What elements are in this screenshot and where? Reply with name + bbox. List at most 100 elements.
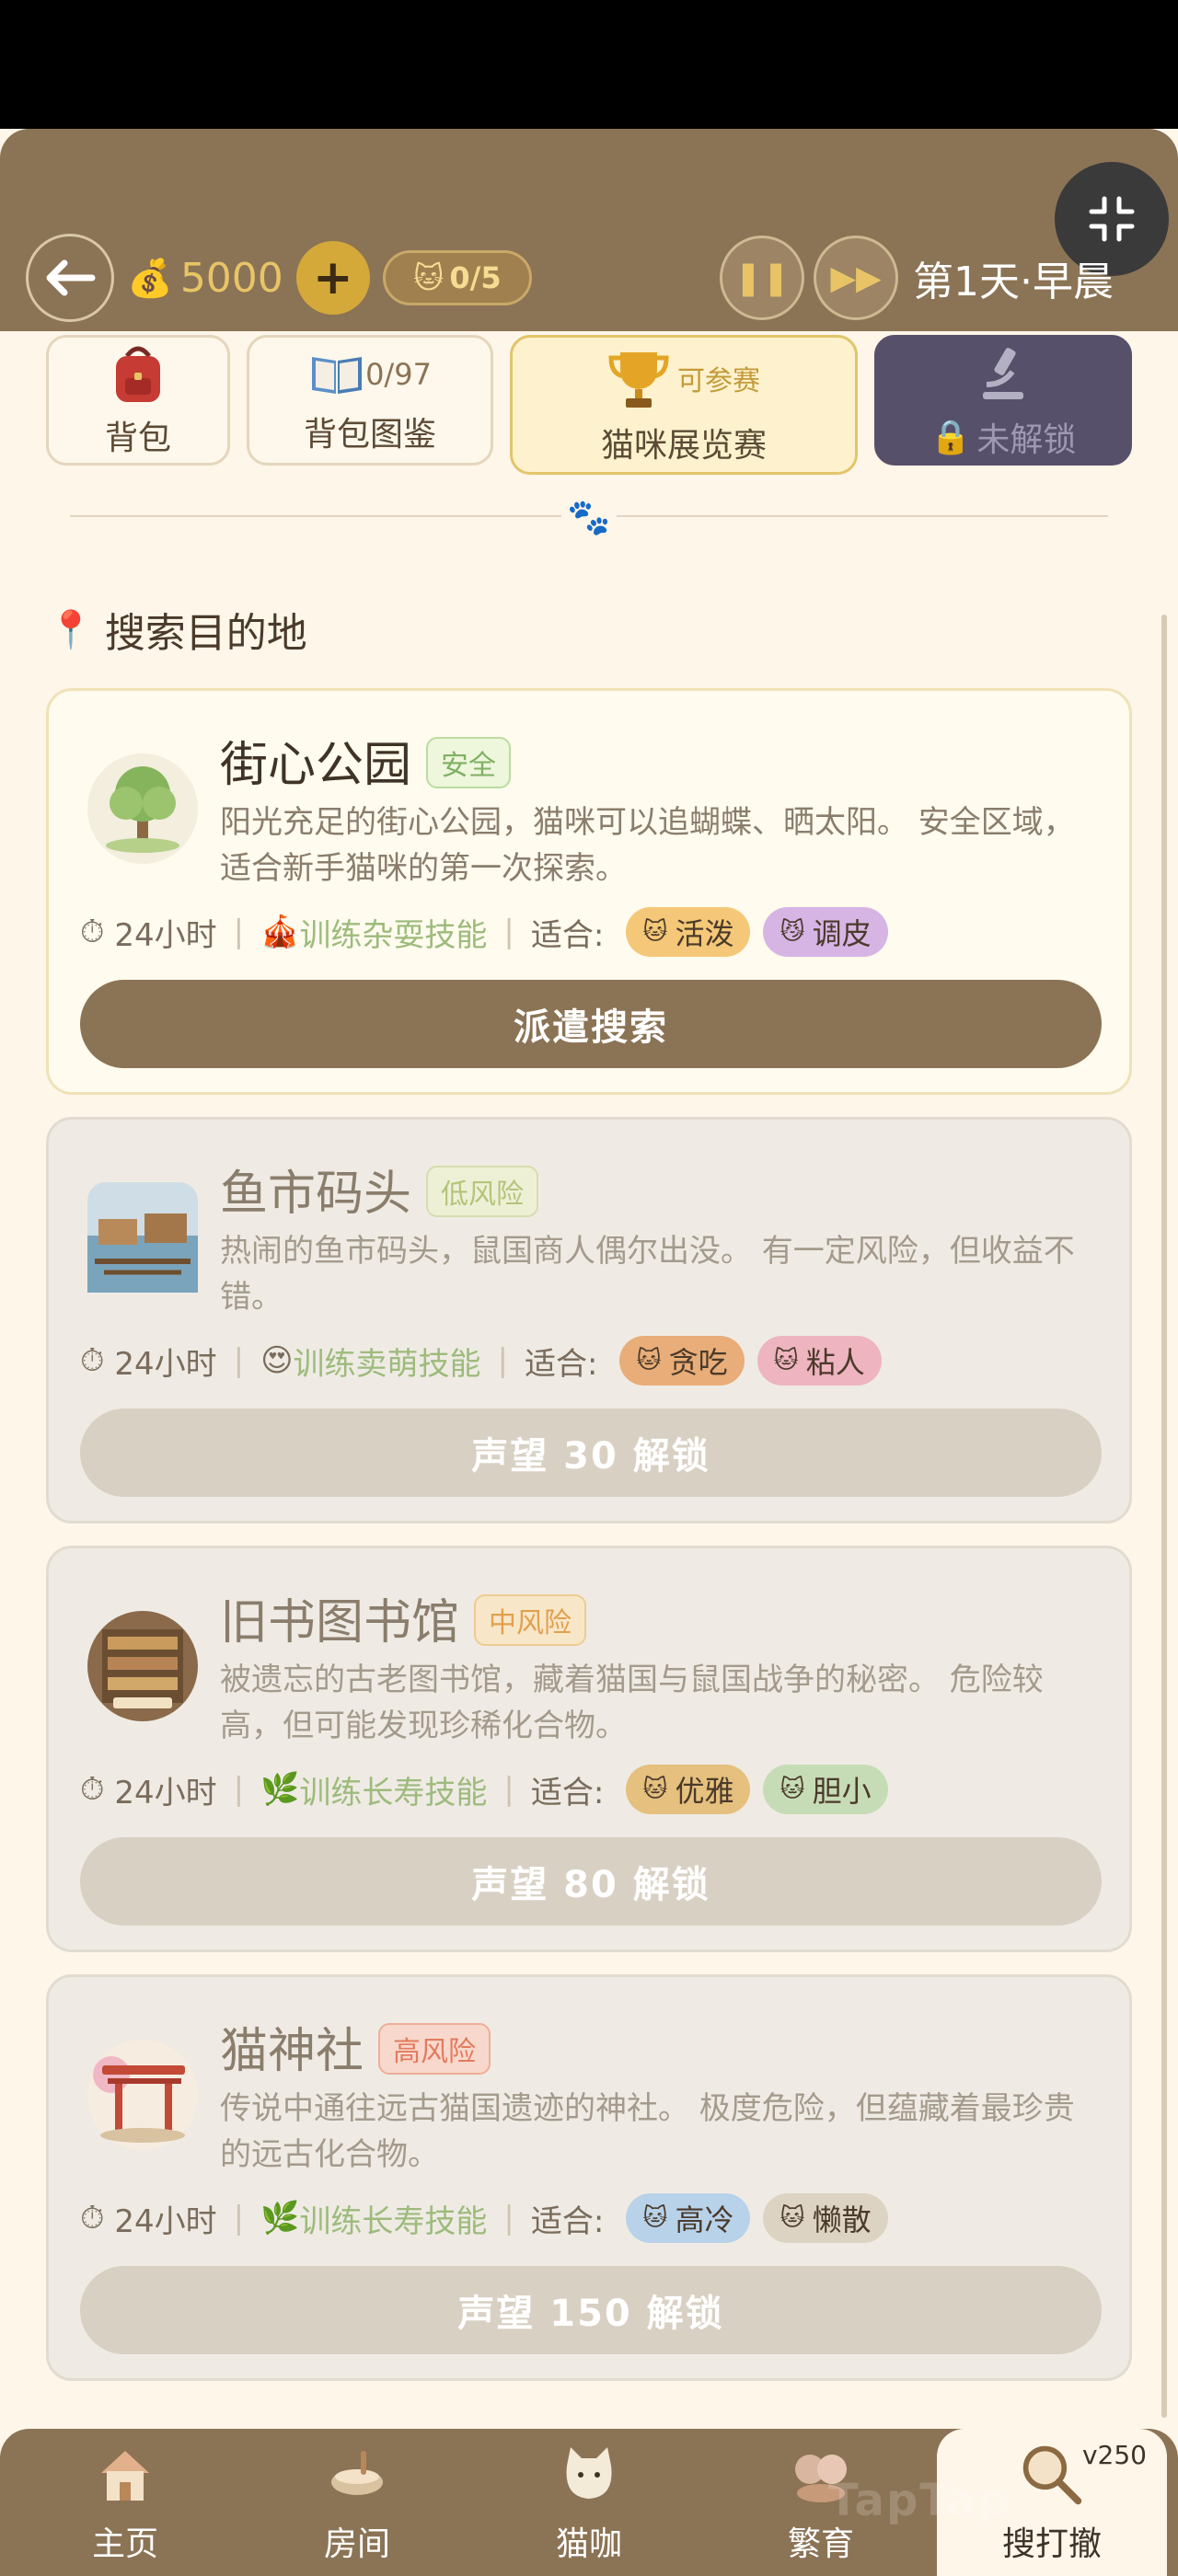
lock-icon: 🔒 bbox=[930, 419, 972, 456]
money-bag-icon: 💰 bbox=[127, 257, 173, 300]
microscope-icon bbox=[983, 348, 1023, 399]
coin-amount: 5000 bbox=[179, 254, 283, 302]
cat-capacity-badge: 🐱 0/5 bbox=[382, 250, 532, 305]
nav-home-label: 主页 bbox=[91, 2525, 158, 2563]
destination-card-park: 街心公园 安全 阳光充足的街心公园，猫咪可以追蝴蝶、晒太阳。 安全区域，适合新手猫… bbox=[46, 688, 1132, 1095]
nav-cafe-label: 猫咖 bbox=[555, 2525, 622, 2563]
scrollbar[interactable] bbox=[1161, 615, 1167, 2418]
fast-forward-button[interactable]: ▶▶ bbox=[814, 236, 899, 320]
cat-capacity-value: 0/5 bbox=[449, 260, 502, 295]
destination-name: 街心公园 安全 bbox=[220, 726, 512, 795]
unlock-button[interactable]: 声望 80 解锁 bbox=[80, 1837, 1102, 1926]
back-button[interactable] bbox=[26, 234, 114, 322]
house-icon bbox=[101, 2451, 149, 2501]
codex-button[interactable]: 0/97 背包图鉴 bbox=[247, 335, 493, 466]
duration: 24小时 bbox=[114, 1345, 217, 1383]
destination-card-library: 旧书图书馆 中风险 被遗忘的古老图书馆，藏着猫国与鼠国战争的秘密。 危险较高，但可… bbox=[46, 1546, 1132, 1952]
cat-exhibition-button[interactable]: 可参赛 猫咪展览赛 bbox=[510, 335, 858, 475]
timer-icon: ⏱ bbox=[80, 1342, 105, 1379]
trait-badge: 🐱 懒散 bbox=[763, 2193, 888, 2243]
backpack-button[interactable]: 背包 bbox=[46, 335, 230, 466]
destination-description: 传说中通往远古猫国遗迹的神社。 极度危险，但蕴藏着最珍贵的远古化合物。 bbox=[220, 2090, 1075, 2173]
destination-name: 旧书图书馆 中风险 bbox=[220, 1583, 587, 1652]
destination-card-fish-market: 鱼市码头 低风险 热闹的鱼市码头，鼠国商人偶尔出没。 有一定风险，但收益不错。 ⏱… bbox=[46, 1117, 1132, 1524]
backpack-label: 背包 bbox=[104, 420, 171, 457]
location-pin-icon: 📍 bbox=[48, 608, 94, 651]
cat-face-icon: 🐱 bbox=[413, 260, 445, 295]
cat-face-icon: 🐱 bbox=[642, 1776, 668, 1803]
destination-meta: ⏱ 24小时 | 🌿 训练长寿技能 | 适合: 🐱 高冷 🐱 懒散 bbox=[80, 2192, 1111, 2244]
version-label: v250 bbox=[1081, 2440, 1147, 2470]
duration: 24小时 bbox=[114, 2202, 217, 2240]
section-header: 📍 搜索目的地 bbox=[48, 600, 307, 659]
skill-label: 训练卖萌技能 bbox=[293, 1345, 481, 1383]
trait-badge: 🐱 活泼 bbox=[626, 907, 751, 957]
coin-counter: 💰 5000 bbox=[127, 255, 283, 302]
park-tree-icon bbox=[87, 753, 198, 864]
risk-badge: 安全 bbox=[426, 737, 512, 788]
destination-name: 猫神社 高风险 bbox=[220, 2012, 491, 2081]
herb-icon: 🌿 bbox=[260, 2200, 300, 2237]
cat-bowl-icon bbox=[331, 2451, 383, 2495]
nav-room[interactable]: 房间 bbox=[265, 2429, 449, 2576]
cat-face-icon: 🐱 bbox=[636, 1347, 662, 1374]
herb-icon: 🌿 bbox=[260, 1771, 300, 1808]
backpack-icon bbox=[116, 346, 160, 402]
destination-meta: ⏱ 24小时 | 🎪 训练杂耍技能 | 适合: 🐱 活泼 😼 调皮 bbox=[80, 906, 1111, 958]
fit-label: 适合: bbox=[525, 1345, 598, 1383]
cat-face-icon: 🐱 bbox=[780, 2204, 805, 2232]
watermark: TapTap bbox=[828, 2475, 1011, 2526]
magnifier-icon bbox=[1022, 2445, 1082, 2505]
destination-description: 阳光充足的街心公园，猫咪可以追蝴蝶、晒太阳。 安全区域，适合新手猫咪的第一次探索… bbox=[220, 804, 1075, 887]
trait-badge: 🐱 优雅 bbox=[626, 1765, 751, 1814]
cat-face-icon: 🐱 bbox=[642, 2204, 668, 2232]
skill-label: 训练长寿技能 bbox=[299, 1774, 488, 1811]
risk-badge: 中风险 bbox=[474, 1594, 587, 1646]
locked-label: 未解锁 bbox=[976, 421, 1077, 459]
trait-badge: 🐱 高冷 bbox=[626, 2193, 751, 2243]
codex-count: 0/97 bbox=[365, 357, 432, 392]
pause-icon: ❚❚ bbox=[733, 259, 791, 297]
risk-badge: 高风险 bbox=[378, 2023, 491, 2075]
back-arrow-icon bbox=[46, 259, 96, 296]
trophy-icon bbox=[608, 352, 669, 408]
timer-icon: ⏱ bbox=[80, 914, 105, 950]
fit-label: 适合: bbox=[530, 1774, 605, 1811]
cat-face-icon: 😼 bbox=[780, 918, 805, 946]
unlock-button[interactable]: 声望 30 解锁 bbox=[80, 1409, 1102, 1497]
nav-room-label: 房间 bbox=[323, 2525, 390, 2563]
duration: 24小时 bbox=[114, 1774, 217, 1811]
status-hud: 💰 5000 + 🐱 0/5 ❚❚ ▶▶ 第1天·早晨 bbox=[26, 234, 1158, 322]
paw-icon: 🐾 bbox=[561, 497, 617, 537]
circus-tent-icon: 🎪 bbox=[260, 914, 300, 950]
destination-description: 热闹的鱼市码头，鼠国商人偶尔出没。 有一定风险，但收益不错。 bbox=[220, 1233, 1075, 1316]
locked-lab-button[interactable]: 🔒 未解锁 bbox=[874, 335, 1132, 466]
risk-badge: 低风险 bbox=[426, 1166, 539, 1217]
destination-meta: ⏱ 24小时 | 😍 训练卖萌技能 | 适合: 🐱 贪吃 🐱 粘人 bbox=[80, 1335, 1111, 1386]
top-bar: 💰 5000 + 🐱 0/5 ❚❚ ▶▶ 第1天·早晨 bbox=[0, 129, 1178, 331]
destination-card-shrine: 猫神社 高风险 传说中通往远古猫国遗迹的神社。 极度危险，但蕴藏着最珍贵的远古化合… bbox=[46, 1974, 1132, 2381]
pause-button[interactable]: ❚❚ bbox=[720, 236, 805, 320]
destination-name: 鱼市码头 低风险 bbox=[220, 1155, 539, 1224]
trait-badge: 😼 调皮 bbox=[763, 907, 888, 957]
cat-face-icon: 🐱 bbox=[780, 1776, 805, 1803]
cat-face-icon: 🐱 bbox=[642, 918, 668, 946]
dispatch-search-button[interactable]: 派遣搜索 bbox=[80, 980, 1102, 1068]
fast-forward-icon: ▶▶ bbox=[830, 259, 882, 297]
unlock-button[interactable]: 声望 150 解锁 bbox=[80, 2266, 1102, 2354]
shrine-icon bbox=[87, 2040, 198, 2150]
dock-icon bbox=[87, 1182, 198, 1293]
add-coins-button[interactable]: + bbox=[295, 241, 370, 315]
fit-label: 适合: bbox=[530, 916, 605, 954]
nav-home[interactable]: 主页 bbox=[33, 2429, 217, 2576]
cat-exhibition-label: 猫咪展览赛 bbox=[600, 427, 767, 465]
nav-cafe[interactable]: 猫咖 bbox=[497, 2429, 681, 2576]
skill-label: 训练杂耍技能 bbox=[299, 916, 488, 954]
book-icon bbox=[312, 357, 363, 394]
library-icon bbox=[87, 1611, 198, 1721]
duration: 24小时 bbox=[114, 916, 217, 954]
skill-label: 训练长寿技能 bbox=[299, 2202, 488, 2240]
timer-icon: ⏱ bbox=[80, 1771, 105, 1808]
trait-badge: 🐱 贪吃 bbox=[619, 1336, 745, 1386]
destination-meta: ⏱ 24小时 | 🌿 训练长寿技能 | 适合: 🐱 优雅 🐱 胆小 bbox=[80, 1764, 1111, 1815]
